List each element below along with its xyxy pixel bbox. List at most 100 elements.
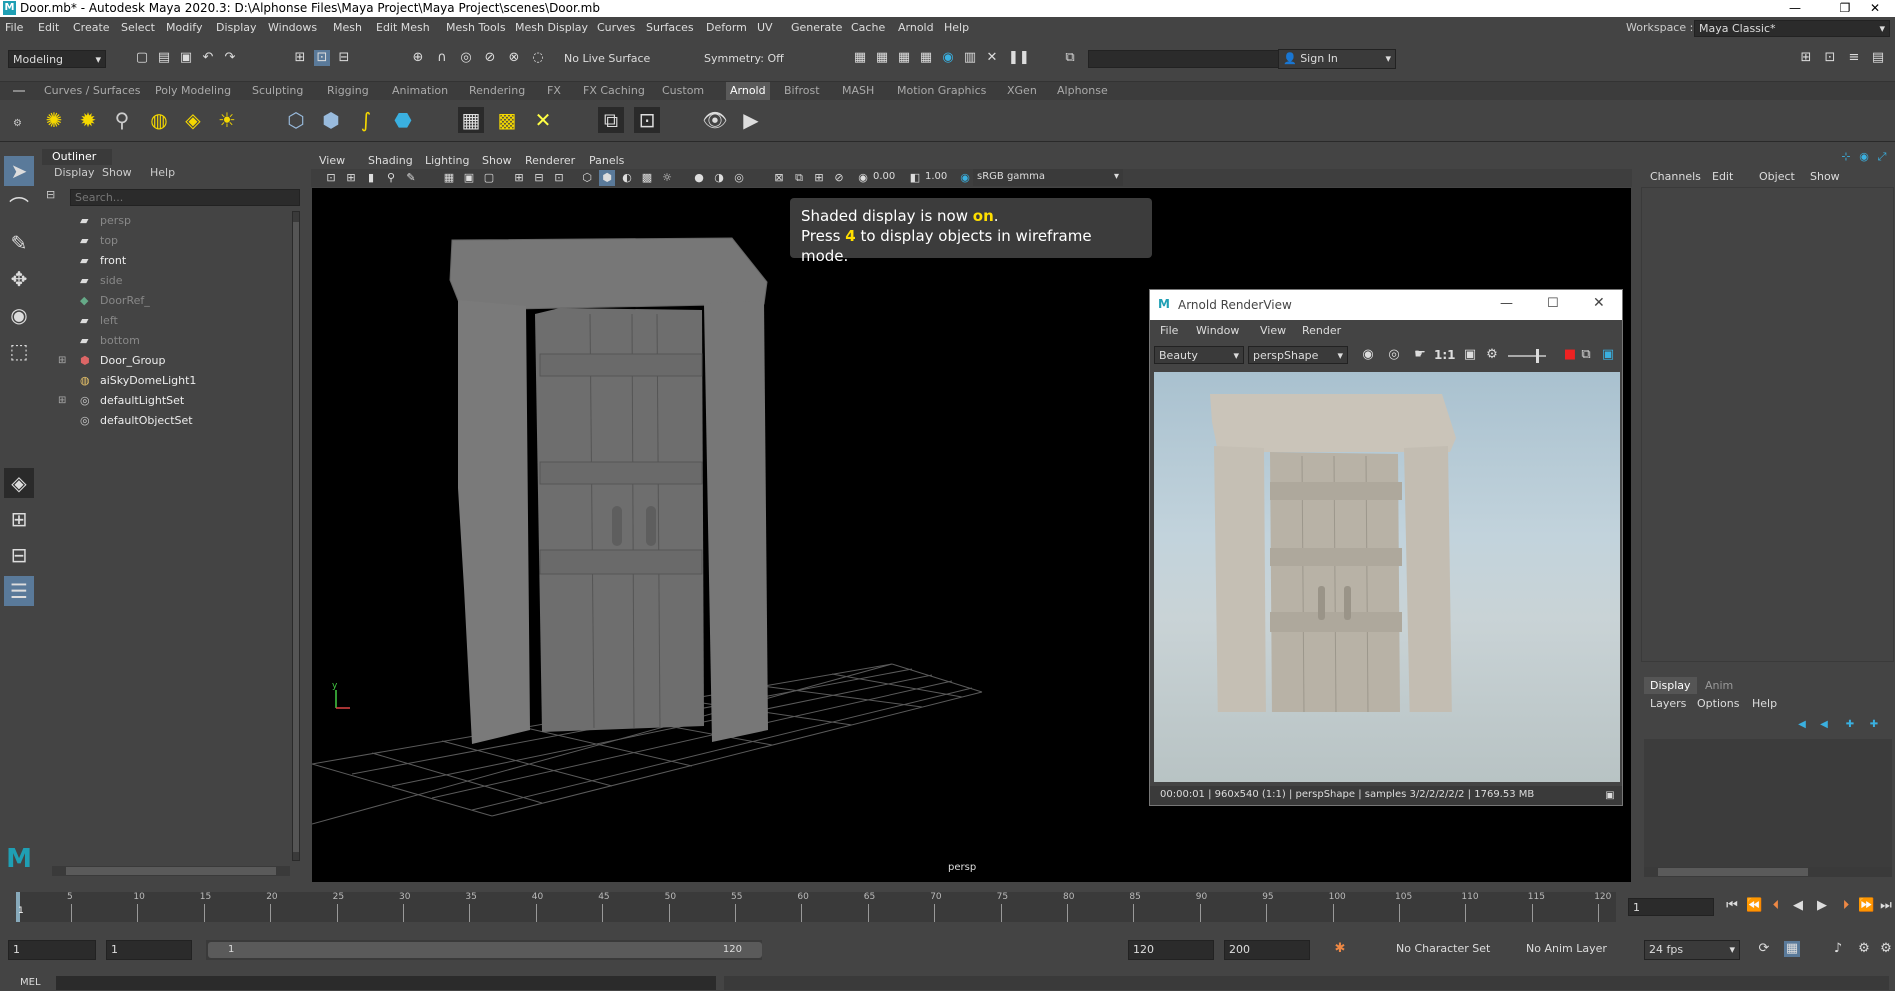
layer-tab-anim[interactable]: Anim — [1699, 677, 1739, 694]
scale-tool-icon[interactable]: ⬚ — [4, 336, 34, 366]
outliner-menu-display[interactable]: Display — [54, 166, 95, 179]
outliner-menu-help[interactable]: Help — [150, 166, 175, 179]
menu-create[interactable]: Create — [73, 21, 110, 34]
ipr-render-icon[interactable]: ▦ — [896, 50, 912, 66]
shelf-tab-arnold[interactable]: Arnold — [726, 82, 770, 100]
renderview-menu-render[interactable]: Render — [1302, 324, 1341, 337]
pan-icon[interactable]: ☛ — [1412, 347, 1428, 363]
light-manager-icon[interactable]: ⊡ — [634, 107, 660, 133]
close-button[interactable]: ✕ — [1593, 295, 1605, 311]
film-gate-icon[interactable]: ▣ — [461, 170, 477, 186]
anti-alias-icon[interactable]: ◎ — [731, 170, 747, 186]
outliner-hscrollbar[interactable] — [52, 866, 290, 876]
menu-cache[interactable]: Cache — [851, 21, 885, 34]
scene-start-field[interactable]: 1 — [8, 940, 96, 960]
lights-icon[interactable]: ☼ — [659, 170, 675, 186]
menu-display[interactable]: Display — [216, 21, 257, 34]
aov-dropdown[interactable]: Beauty ▾ — [1154, 346, 1244, 364]
texture-manager-icon[interactable]: ▦ — [458, 107, 484, 133]
shelf-tab-rigging[interactable]: Rigging — [327, 84, 369, 97]
undo-icon[interactable]: ↶ — [200, 50, 216, 66]
shelf-tab-motion-graphics[interactable]: Motion Graphics — [897, 84, 986, 97]
shelf-tab-custom[interactable]: Custom — [662, 84, 704, 97]
render-image[interactable] — [1154, 372, 1620, 782]
menu-mesh[interactable]: Mesh — [333, 21, 362, 34]
minimize-button[interactable]: — — [1500, 296, 1513, 311]
move-tool-icon[interactable]: ✥ — [4, 264, 34, 294]
character-set-dropdown[interactable]: No Character Set — [1392, 940, 1504, 960]
render-current-frame-icon[interactable]: ▦ — [852, 50, 868, 66]
viewport-menu-panels[interactable]: Panels — [589, 154, 624, 167]
channel-box-icon[interactable]: ⊹ — [1838, 149, 1854, 165]
export-standin-icon[interactable]: ⧉ — [598, 107, 624, 133]
create-layer-icon[interactable]: ✚ — [1842, 717, 1858, 733]
select-tool-icon[interactable]: ➤ — [4, 156, 34, 186]
viewport-menu-renderer[interactable]: Renderer — [525, 154, 575, 167]
menu-generate[interactable]: Generate — [791, 21, 842, 34]
select-component-icon[interactable]: ⊟ — [336, 50, 352, 66]
renderview-menu-window[interactable]: Window — [1196, 324, 1239, 337]
color-space-dropdown[interactable]: sRGB gamma ▾ — [973, 169, 1123, 186]
outliner-vscrollbar[interactable] — [292, 211, 300, 861]
render-icon[interactable]: ◉ — [1360, 347, 1376, 363]
wireframe-on-shaded-icon[interactable]: ◐ — [619, 170, 635, 186]
region-icon[interactable]: ⧉ — [1578, 347, 1594, 363]
playback-end-field[interactable]: 120 — [1128, 940, 1214, 960]
pause-icon[interactable]: ❚❚ — [1008, 50, 1030, 66]
field-chart-icon[interactable]: ⊟ — [531, 170, 547, 186]
select-object-icon[interactable]: ⊡ — [314, 50, 330, 66]
snap-point-icon[interactable]: ◎ — [458, 50, 474, 66]
settings-icon[interactable]: ⚙ — [1484, 347, 1500, 363]
tool-settings-icon[interactable]: ≡ — [1846, 50, 1862, 66]
safe-action-icon[interactable]: ⊞ — [511, 170, 527, 186]
viewport-menu-lighting[interactable]: Lighting — [425, 154, 469, 167]
play-backward-icon[interactable]: ◀ — [1790, 898, 1806, 914]
exposure-icon[interactable]: ◉ — [855, 170, 871, 186]
menu-mesh-display[interactable]: Mesh Display — [515, 21, 588, 34]
camera-select-icon[interactable]: ⊡ — [323, 170, 339, 186]
workspace-dropdown[interactable]: Maya Classic* ▾ — [1694, 20, 1890, 37]
viewport-menu-shading[interactable]: Shading — [368, 154, 413, 167]
mesh-light-icon[interactable]: ✹ — [75, 107, 101, 133]
ratio-label[interactable]: 1:1 — [1434, 348, 1456, 362]
rgb-channels-icon[interactable]: ◎ — [1386, 347, 1402, 363]
safe-title-icon[interactable]: ⊡ — [551, 170, 567, 186]
shelf-tab-animation[interactable]: Animation — [392, 84, 448, 97]
curve-collector-icon[interactable]: ∫ — [353, 107, 379, 133]
channel-menu-edit[interactable]: Edit — [1712, 170, 1733, 183]
animation-preferences-icon[interactable]: ⚙ — [1856, 941, 1872, 957]
shelf-tab-curves-surfaces[interactable]: Curves / Surfaces — [44, 84, 141, 97]
channel-menu-object[interactable]: Object — [1759, 170, 1795, 183]
fps-dropdown[interactable]: 24 fps ▾ — [1644, 940, 1740, 960]
close-button[interactable]: ✕ — [1855, 0, 1895, 17]
layer-menu-layers[interactable]: Layers — [1650, 697, 1686, 710]
expand-icon[interactable]: ⊞ — [58, 391, 66, 411]
step-forward-key-icon[interactable]: ⏩ — [1858, 898, 1874, 914]
physical-sky-icon[interactable]: ☀ — [214, 107, 240, 133]
layer-move-down-icon[interactable]: ◀ — [1816, 717, 1832, 733]
menu-windows[interactable]: Windows — [268, 21, 317, 34]
color-management-icon[interactable]: ◉ — [957, 170, 973, 186]
anim-layer-dropdown[interactable]: No Anim Layer — [1522, 940, 1634, 960]
menu-edit-mesh[interactable]: Edit Mesh — [376, 21, 430, 34]
outliner-search-input[interactable] — [70, 189, 300, 206]
shadows-icon[interactable]: ● — [691, 170, 707, 186]
step-forward-frame-icon[interactable]: ⏵ — [1838, 898, 1854, 914]
stop-render-icon[interactable]: ■ — [1562, 347, 1578, 363]
range-slider[interactable]: 1 120 — [206, 940, 762, 960]
grid-toggle-icon[interactable]: ▦ — [441, 170, 457, 186]
create-shader-icon[interactable]: ⬣ — [390, 107, 416, 133]
input-line-field[interactable] — [1088, 50, 1280, 68]
two-pane-icon[interactable]: ⊟ — [4, 540, 34, 570]
redo-icon[interactable]: ↷ — [222, 50, 238, 66]
shelf-tab-mash[interactable]: MASH — [842, 84, 874, 97]
select-hierarchy-icon[interactable]: ⊞ — [292, 50, 308, 66]
render-sequence-icon[interactable]: ▦ — [874, 50, 890, 66]
mel-label[interactable]: MEL — [20, 977, 41, 988]
area-light-icon[interactable]: ✺ — [41, 107, 67, 133]
wireframe-icon[interactable]: ⬡ — [579, 170, 595, 186]
smooth-shade-icon[interactable]: ⬢ — [599, 170, 615, 186]
layer-move-up-icon[interactable]: ◀ — [1794, 717, 1810, 733]
channel-menu-show[interactable]: Show — [1810, 170, 1840, 183]
minimize-button[interactable]: — — [1775, 0, 1815, 17]
